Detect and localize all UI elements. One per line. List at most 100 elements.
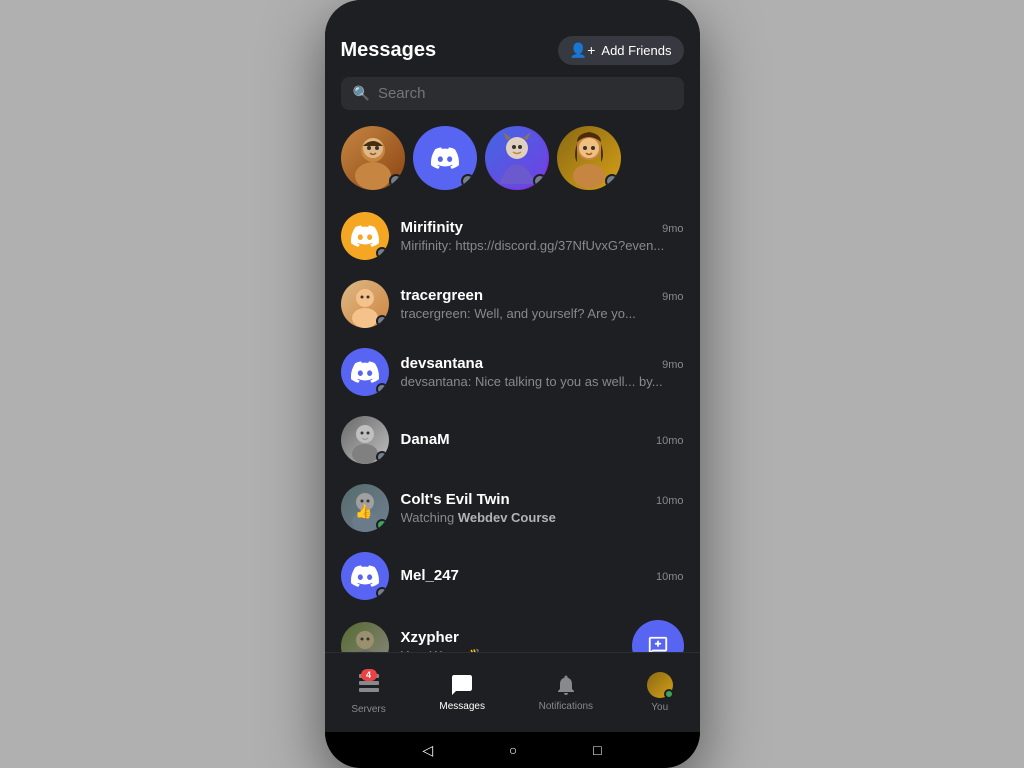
nav-badge-servers: 4: [361, 669, 377, 681]
msg-avatar-devsantana: [341, 348, 389, 396]
nav-label-messages: Messages: [439, 701, 485, 712]
msg-content-mel247: Mel_247 10mo: [401, 567, 684, 586]
msg-preview-mirifinity: Mirifinity: https://discord.gg/37NfUvxG?…: [401, 238, 684, 253]
new-message-icon: [647, 635, 669, 652]
story-avatar-1[interactable]: [341, 126, 405, 190]
msg-name-colts-evil-twin: Colt's Evil Twin: [401, 491, 510, 508]
story-avatar-3[interactable]: [485, 126, 549, 190]
nav-item-messages[interactable]: Messages: [427, 669, 497, 716]
new-message-fab[interactable]: [632, 620, 684, 652]
msg-time-colts-evil-twin: 10mo: [656, 495, 684, 507]
nav-avatar-you: [647, 672, 673, 698]
story-3-status: [533, 174, 547, 188]
msg-name-devsantana: devsantana: [401, 355, 484, 372]
msg-content-mirifinity: Mirifinity 9mo Mirifinity: https://disco…: [401, 219, 684, 253]
msg-avatar-mel247: [341, 552, 389, 600]
nav-label-servers: Servers: [351, 704, 385, 715]
phone-frame: Messages 👤+ Add Friends 🔍: [325, 0, 700, 768]
search-input[interactable]: [378, 85, 672, 102]
nav-label-notifications: Notifications: [539, 701, 593, 712]
discord-logo-mel247: [351, 562, 379, 590]
msg-avatar-mirifinity: [341, 212, 389, 260]
msg-time-danam: 10mo: [656, 435, 684, 447]
message-item-xzypher[interactable]: Xzypher You: Wave 👋: [325, 610, 700, 652]
nav-icon-servers-wrapper: 4: [357, 671, 381, 700]
msg-avatar-xzypher-img: [341, 622, 389, 652]
msg-name-danam: DanaM: [401, 431, 450, 448]
msg-preview-colts-evil-twin: Watching Webdev Course: [401, 510, 684, 525]
nav-item-you[interactable]: You: [635, 668, 685, 717]
message-item-danam[interactable]: DanaM 10mo: [325, 406, 700, 474]
home-button[interactable]: ○: [509, 742, 517, 758]
discord-logo-mirifinity: [351, 222, 379, 250]
msg-status-danam: [376, 451, 388, 463]
msg-content-danam: DanaM 10mo: [401, 431, 684, 450]
nav-item-notifications[interactable]: Notifications: [527, 669, 605, 716]
page-title: Messages: [341, 39, 437, 62]
search-bar: 🔍: [341, 77, 684, 110]
msg-preview-tracergreen: tracergreen: Well, and yourself? Are yo.…: [401, 306, 684, 321]
search-icon: 🔍: [353, 85, 370, 102]
nav-you-online-dot: [664, 689, 674, 699]
msg-preview-xzypher: You: Wave 👋: [401, 648, 620, 653]
message-item-devsantana[interactable]: devsantana 9mo devsantana: Nice talking …: [325, 338, 700, 406]
story-1-status: [389, 174, 403, 188]
msg-top-colts-evil-twin: Colt's Evil Twin 10mo: [401, 491, 684, 508]
msg-name-mel247: Mel_247: [401, 567, 459, 584]
msg-status-devsantana: [376, 383, 388, 395]
msg-status-mel247: [376, 587, 388, 599]
msg-content-tracergreen: tracergreen 9mo tracergreen: Well, and y…: [401, 287, 684, 321]
msg-time-tracergreen: 9mo: [662, 291, 683, 303]
msg-time-devsantana: 9mo: [662, 359, 683, 371]
msg-name-tracergreen: tracergreen: [401, 287, 484, 304]
stories-row: [325, 120, 700, 202]
msg-avatar-colts-evil-twin: 👍: [341, 484, 389, 532]
msg-time-mirifinity: 9mo: [662, 223, 683, 235]
msg-name-xzypher: Xzypher: [401, 629, 459, 646]
messages-icon: [450, 673, 474, 697]
status-bar: [325, 0, 700, 24]
msg-status-colts-evil-twin: [376, 519, 388, 531]
svg-text:👍: 👍: [355, 503, 372, 520]
nav-item-servers[interactable]: 4 Servers: [339, 667, 397, 719]
msg-top-danam: DanaM 10mo: [401, 431, 684, 448]
system-nav: ◁ ○ □: [325, 732, 700, 768]
message-item-colts-evil-twin[interactable]: 👍 Colt's Evil Twin 10mo Watching Webdev …: [325, 474, 700, 542]
msg-avatar-danam: [341, 416, 389, 464]
story-2-status: [461, 174, 475, 188]
msg-content-devsantana: devsantana 9mo devsantana: Nice talking …: [401, 355, 684, 389]
discord-logo-icon: [431, 144, 459, 172]
msg-avatar-xzypher: [341, 622, 389, 652]
back-button[interactable]: ◁: [422, 742, 433, 759]
nav-label-you: You: [651, 702, 668, 713]
message-item-mel247[interactable]: Mel_247 10mo: [325, 542, 700, 610]
msg-status-tracergreen: [376, 315, 388, 327]
msg-status-mirifinity: [376, 247, 388, 259]
msg-top-mel247: Mel_247 10mo: [401, 567, 684, 584]
recent-button[interactable]: □: [593, 742, 601, 758]
msg-name-mirifinity: Mirifinity: [401, 219, 464, 236]
msg-content-colts-evil-twin: Colt's Evil Twin 10mo Watching Webdev Co…: [401, 491, 684, 525]
msg-content-xzypher: Xzypher You: Wave 👋: [401, 629, 620, 653]
notifications-icon: [554, 673, 578, 697]
add-friends-label: Add Friends: [601, 43, 671, 58]
message-item-mirifinity[interactable]: Mirifinity 9mo Mirifinity: https://disco…: [325, 202, 700, 270]
discord-logo-devsantana: [351, 358, 379, 386]
add-friends-button[interactable]: 👤+ Add Friends: [558, 36, 684, 65]
message-item-tracergreen[interactable]: tracergreen 9mo tracergreen: Well, and y…: [325, 270, 700, 338]
msg-top-xzypher: Xzypher: [401, 629, 620, 646]
story-avatar-4[interactable]: [557, 126, 621, 190]
story-4-status: [605, 174, 619, 188]
msg-top-devsantana: devsantana 9mo: [401, 355, 684, 372]
messages-list: Mirifinity 9mo Mirifinity: https://disco…: [325, 202, 700, 652]
bottom-nav: 4 Servers Messages Notifications You: [325, 652, 700, 732]
msg-time-mel247: 10mo: [656, 571, 684, 583]
msg-preview-devsantana: devsantana: Nice talking to you as well.…: [401, 374, 684, 389]
msg-top-tracergreen: tracergreen 9mo: [401, 287, 684, 304]
header: Messages 👤+ Add Friends: [325, 24, 700, 73]
story-avatar-2[interactable]: [413, 126, 477, 190]
msg-avatar-tracergreen: [341, 280, 389, 328]
add-friends-icon: 👤+: [570, 42, 596, 59]
msg-top-mirifinity: Mirifinity 9mo: [401, 219, 684, 236]
app-content: Messages 👤+ Add Friends 🔍: [325, 24, 700, 652]
